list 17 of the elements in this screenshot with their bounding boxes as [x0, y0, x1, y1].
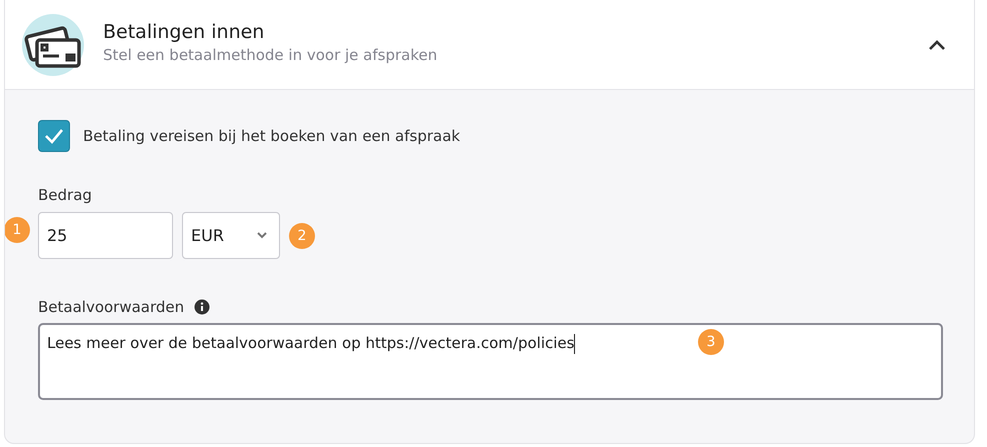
step-badge: 2 [289, 222, 315, 248]
info-icon[interactable] [194, 299, 210, 315]
chevron-icon[interactable] [928, 38, 946, 50]
field-label: Bedrag [38, 186, 92, 204]
step-badge: 1 [5, 217, 30, 243]
currency-select[interactable]: EUR [182, 212, 280, 259]
checkbox-label: Betaling vereisen bij het boeken van een afspraak [83, 127, 460, 145]
amount-field[interactable]: 25 [38, 212, 173, 259]
section-title: Betalingen innen [103, 21, 264, 43]
caret-icon [257, 232, 267, 239]
credit-card-icon [20, 12, 86, 78]
checkbox[interactable] [38, 120, 70, 152]
section-subtitle: Stel een betaalmethode in voor je afspraken [103, 46, 438, 64]
check-icon [44, 128, 64, 144]
field-label: Betaalvoorwaarden [38, 298, 184, 316]
terms-field[interactable]: Lees meer over de betaalvoorwaarden op https://vectera.com/policies 3 [38, 323, 943, 400]
step-badge: 3 [698, 329, 724, 355]
